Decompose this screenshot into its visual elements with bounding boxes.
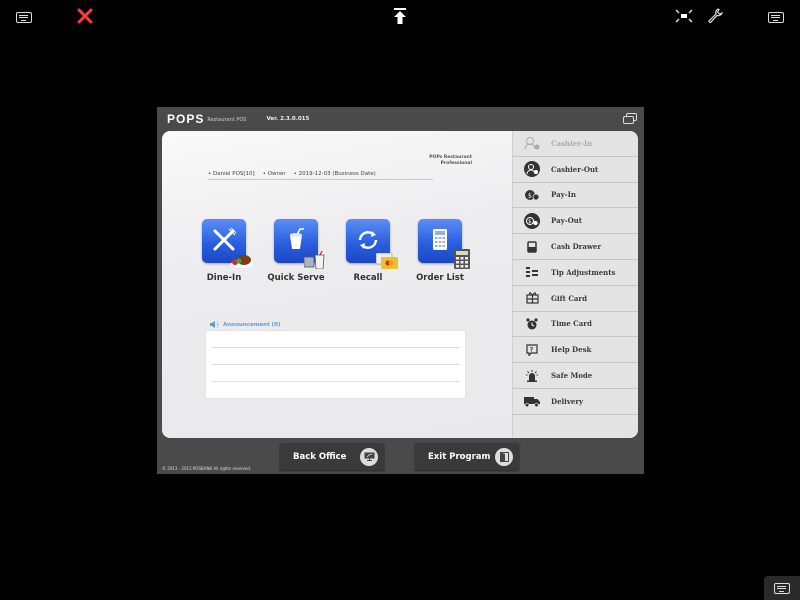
cashier-in-icon bbox=[513, 136, 551, 150]
menu-label: Pay-Out bbox=[551, 216, 583, 226]
shrink-icon[interactable] bbox=[674, 8, 694, 24]
exit-door-icon bbox=[495, 447, 513, 466]
function-tiles: Dine-In Quick Serve Recall Order List bbox=[201, 219, 470, 283]
menu-label: Help Desk bbox=[551, 345, 592, 355]
menu-label: Cashier-In bbox=[551, 138, 593, 148]
main-panel: POPs Restaurant Professional • Daniel PO… bbox=[162, 131, 512, 438]
screen: POPS Restaurant POS Ver. 2.3.0.015 POPs … bbox=[0, 0, 800, 600]
gift-card-icon bbox=[513, 292, 551, 304]
menu-safe-mode[interactable]: Safe Mode bbox=[513, 363, 638, 389]
dine-in-label: Dine-In bbox=[206, 273, 242, 283]
menu-pay-in[interactable]: $ Pay-In bbox=[513, 183, 638, 209]
monitor-icon bbox=[360, 447, 378, 466]
product-name: POPs Restaurant Professional bbox=[429, 155, 472, 167]
side-menu: Cashier-In Cashier-Out $ Pay-In $ Pay-Ou… bbox=[512, 131, 638, 438]
menu-label: Delivery bbox=[551, 396, 584, 406]
menu-pay-out[interactable]: $ Pay-Out bbox=[513, 208, 638, 235]
menu-gift-card[interactable]: Gift Card bbox=[513, 286, 638, 312]
dine-in-icon bbox=[202, 219, 253, 268]
back-office-button[interactable]: Back Office bbox=[280, 443, 384, 470]
session-info: • Daniel POS[10] • Owner • 2019-12-03 (B… bbox=[208, 171, 433, 180]
quick-serve-label: Quick Serve bbox=[267, 273, 325, 283]
menu-label: Safe Mode bbox=[551, 371, 593, 381]
order-list-label: Order List bbox=[416, 273, 464, 283]
quick-serve-button[interactable]: Quick Serve bbox=[267, 219, 325, 283]
dine-in-button[interactable]: Dine-In bbox=[201, 219, 253, 283]
business-date: • 2019-12-03 (Business Date) bbox=[293, 171, 376, 177]
version-label: Ver. 2.3.0.015 bbox=[266, 116, 310, 122]
menu-tip-adjustments[interactable]: Tip Adjustments bbox=[513, 260, 638, 286]
menu-cashier-out[interactable]: Cashier-Out bbox=[513, 157, 638, 183]
pos-header: POPS Restaurant POS Ver. 2.3.0.015 bbox=[157, 107, 644, 131]
menu-label: Gift Card bbox=[551, 293, 588, 303]
menu-cash-drawer[interactable]: Cash Drawer bbox=[513, 234, 638, 260]
pops-logo: POPS bbox=[167, 112, 205, 126]
close-icon[interactable] bbox=[76, 7, 94, 25]
menu-label: Tip Adjustments bbox=[551, 267, 616, 277]
menu-help-desk[interactable]: ? Help Desk bbox=[513, 337, 638, 364]
wrench-icon[interactable] bbox=[706, 7, 724, 25]
svg-text:?: ? bbox=[530, 346, 534, 353]
exit-program-button[interactable]: Exit Program bbox=[415, 443, 519, 470]
menu-cashier-in[interactable]: Cashier-In bbox=[513, 131, 638, 157]
announcement-row bbox=[211, 348, 460, 365]
menu-time-card[interactable]: Time Card bbox=[513, 312, 638, 338]
back-office-label: Back Office bbox=[293, 451, 347, 462]
delivery-icon bbox=[513, 396, 551, 407]
recall-label: Recall bbox=[353, 273, 383, 283]
cashier-out-icon bbox=[513, 161, 551, 178]
quick-serve-icon bbox=[274, 219, 325, 269]
keyboard-icon[interactable] bbox=[15, 10, 33, 24]
logo-subtitle: Restaurant POS bbox=[207, 117, 247, 123]
announcement-row bbox=[211, 365, 460, 382]
product-name-line2: Professional bbox=[440, 161, 472, 166]
svg-text:$: $ bbox=[528, 219, 531, 225]
keyboard-icon[interactable] bbox=[767, 10, 785, 24]
user-role: • Owner bbox=[262, 171, 286, 177]
menu-label: Cashier-Out bbox=[551, 164, 599, 174]
safe-mode-icon bbox=[513, 369, 551, 382]
keyboard-icon bbox=[774, 582, 790, 594]
menu-label: Cash Drawer bbox=[551, 242, 602, 252]
keyboard-toggle-button[interactable] bbox=[764, 576, 800, 600]
cash-drawer-icon bbox=[513, 240, 551, 253]
exit-program-label: Exit Program bbox=[428, 451, 491, 462]
arrow-up-to-bar-icon[interactable] bbox=[391, 7, 409, 25]
copyright: © 2013 - 2015 POSBANK All rights reserve… bbox=[162, 466, 252, 471]
announcement-label: Announcement (0) bbox=[223, 321, 281, 328]
tip-adjustments-icon bbox=[513, 267, 551, 278]
menu-delivery[interactable]: Delivery bbox=[513, 389, 638, 415]
help-desk-icon: ? bbox=[513, 344, 551, 356]
order-list-button[interactable]: Order List bbox=[416, 219, 470, 283]
speaker-icon bbox=[210, 321, 219, 328]
time-card-icon bbox=[513, 318, 551, 330]
window-switch-icon[interactable] bbox=[623, 113, 637, 124]
pos-window: POPS Restaurant POS Ver. 2.3.0.015 POPs … bbox=[157, 107, 644, 474]
user-name: • Daniel POS[10] bbox=[208, 171, 255, 177]
recall-icon bbox=[346, 219, 398, 269]
recall-button[interactable]: Recall bbox=[345, 219, 398, 283]
pay-out-icon: $ bbox=[513, 212, 551, 229]
announcement-row bbox=[211, 331, 460, 348]
announcement-header: Announcement (0) bbox=[210, 321, 280, 328]
menu-label: Pay-In bbox=[551, 190, 576, 200]
announcement-list[interactable] bbox=[205, 330, 466, 399]
menu-label: Time Card bbox=[551, 319, 592, 329]
svg-text:$: $ bbox=[528, 192, 532, 199]
order-list-icon bbox=[418, 219, 470, 269]
pay-in-icon: $ bbox=[513, 189, 551, 201]
